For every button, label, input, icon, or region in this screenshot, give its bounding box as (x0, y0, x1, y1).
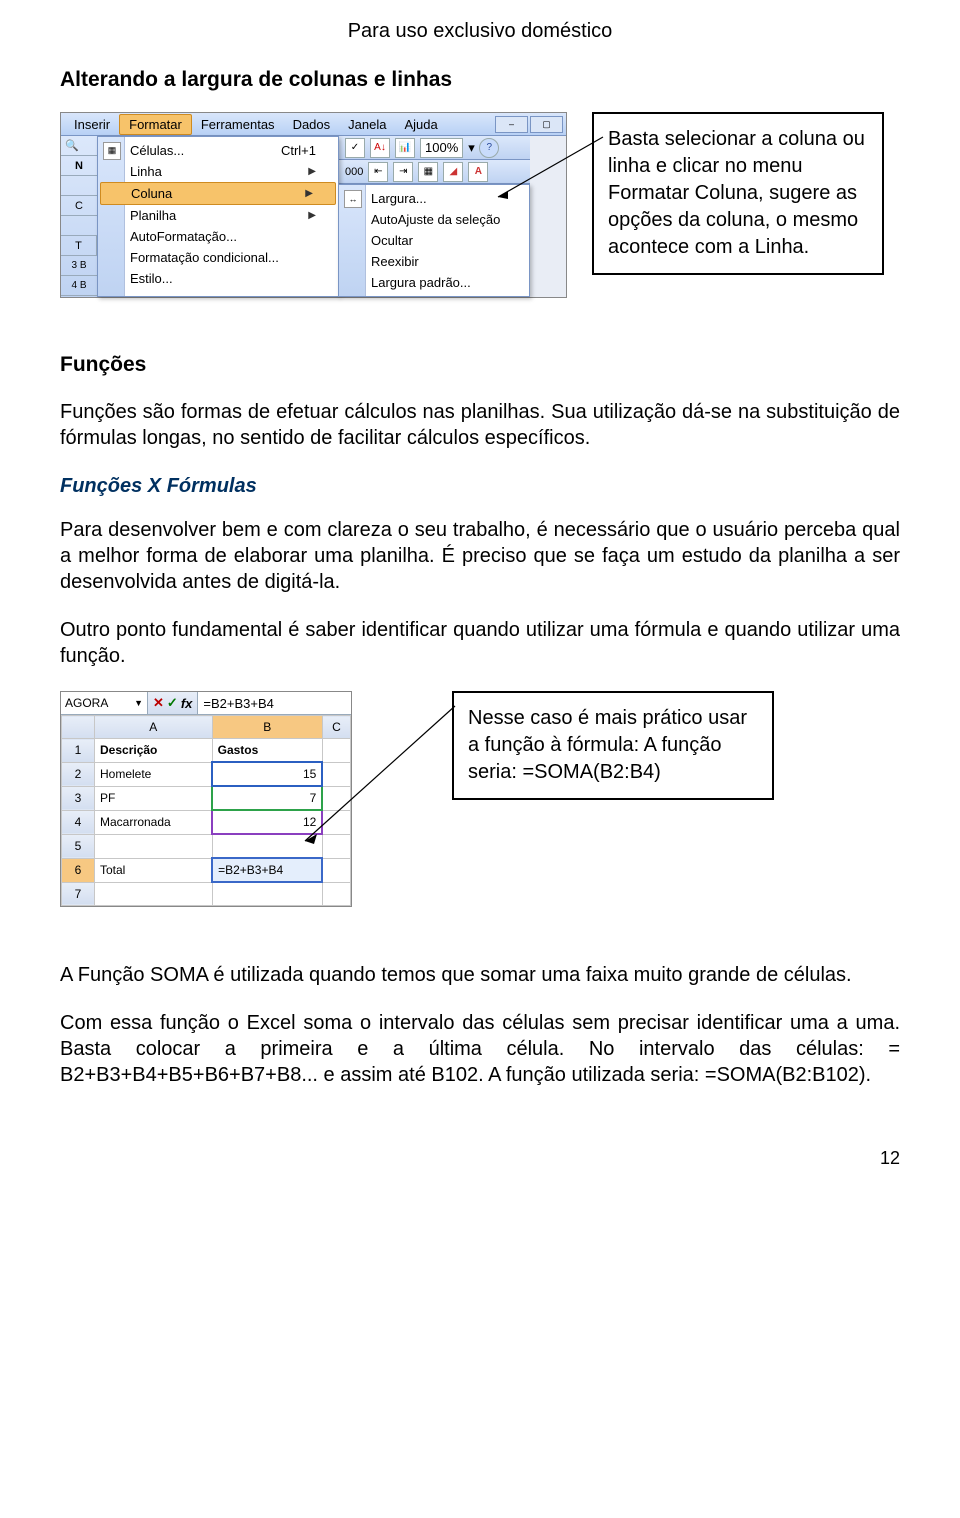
cell[interactable] (322, 882, 350, 906)
chevron-right-icon: ▶ (308, 210, 316, 221)
figure-2-row: AGORA▼ ✕ ✓ fx =B2+B3+B4 A B C 1 D (60, 691, 900, 907)
sort-icon[interactable]: A↓ (370, 138, 390, 158)
spellcheck-icon[interactable]: ✓ (345, 138, 365, 158)
row-gutter: 🔍 N C T 3 B 4 B (61, 136, 97, 297)
submenu-reexibir[interactable]: Reexibir (339, 251, 529, 272)
menu-item-estilo[interactable]: Estilo... (98, 268, 338, 289)
cell[interactable]: Total (95, 858, 213, 882)
figure-1-row: Inserir Formatar Ferramentas Dados Janel… (60, 112, 900, 298)
dropdown-icon: ▼ (134, 698, 143, 708)
menubar: Inserir Formatar Ferramentas Dados Janel… (61, 113, 566, 136)
menu-item-autoformatacao[interactable]: AutoFormatação... (98, 226, 338, 247)
width-icon: ↔ (344, 190, 362, 208)
indent-left-icon[interactable]: ⇤ (368, 162, 388, 182)
paragraph: Funções são formas de efetuar cálculos n… (60, 399, 900, 451)
dropdown-container: ▦ Células... Ctrl+1 Linha▶ Coluna▶ (97, 136, 530, 297)
row-header[interactable]: 2 (62, 762, 95, 786)
menu-item-formatacao-cond[interactable]: Formatação condicional... (98, 247, 338, 268)
row-header[interactable]: 6 (62, 858, 95, 882)
menu-ajuda[interactable]: Ajuda (395, 115, 446, 134)
select-all-corner[interactable] (62, 716, 95, 739)
chevron-right-icon: ▶ (308, 166, 316, 177)
cell[interactable]: Homelete (95, 762, 213, 786)
paragraph: A Função SOMA é utilizada quando temos q… (60, 962, 900, 988)
menu-item-linha[interactable]: Linha▶ (98, 161, 338, 182)
screenshot-menu-formatar: Inserir Formatar Ferramentas Dados Janel… (60, 112, 567, 298)
cells-icon: ▦ (103, 142, 121, 160)
borders-icon[interactable]: ▦ (418, 162, 438, 182)
cell[interactable]: PF (95, 786, 213, 810)
cell[interactable] (95, 834, 213, 858)
cell[interactable] (95, 882, 213, 906)
enter-icon[interactable]: ✓ (167, 695, 178, 711)
window-controls: – ▢ (495, 116, 566, 133)
fx-icon[interactable]: fx (181, 696, 193, 711)
cell[interactable] (212, 882, 322, 906)
menu-item-planilha[interactable]: Planilha▶ (98, 205, 338, 226)
help-icon[interactable]: ? (479, 138, 499, 158)
cell[interactable]: Macarronada (95, 810, 213, 834)
section-title-1: Alterando a largura de colunas e linhas (60, 68, 900, 92)
menu-ferramentas[interactable]: Ferramentas (192, 115, 284, 134)
callout-2: Nesse caso é mais prático usar a função … (452, 691, 774, 800)
menu-item-coluna[interactable]: Coluna▶ (100, 182, 336, 205)
menu-janela[interactable]: Janela (339, 115, 395, 134)
row-header[interactable]: 4 (62, 810, 95, 834)
submenu-largura-padrao[interactable]: Largura padrão... (339, 272, 529, 293)
cell[interactable]: Descrição (95, 739, 213, 763)
zoom-combo[interactable]: 100% (420, 138, 463, 158)
menu-inserir[interactable]: Inserir (65, 115, 119, 134)
cancel-icon[interactable]: ✕ (153, 695, 164, 711)
fill-icon[interactable]: ◢ (443, 162, 463, 182)
paragraph: Para desenvolver bem e com clareza o seu… (60, 517, 900, 595)
indent-right-icon[interactable]: ⇥ (393, 162, 413, 182)
submenu-ocultar[interactable]: Ocultar (339, 230, 529, 251)
menu-formatar[interactable]: Formatar (119, 114, 192, 135)
callout-1: Basta selecionar a coluna ou linha e cli… (592, 112, 884, 275)
row-header[interactable]: 7 (62, 882, 95, 906)
chevron-right-icon: ▶ (305, 188, 313, 199)
minimize-icon[interactable]: – (495, 116, 528, 133)
name-box[interactable]: AGORA▼ (61, 692, 148, 714)
row-header[interactable]: 5 (62, 834, 95, 858)
font-color-icon[interactable]: A (468, 162, 488, 182)
chart-icon[interactable]: 📊 (395, 138, 415, 158)
subheading-funcoes-x-formulas: Funções X Fórmulas (60, 473, 900, 499)
leader-line-2 (305, 706, 485, 866)
paragraph: Com essa função o Excel soma o intervalo… (60, 1010, 900, 1088)
header-note: Para uso exclusivo doméstico (60, 20, 900, 43)
format-menu: ▦ Células... Ctrl+1 Linha▶ Coluna▶ (97, 136, 339, 297)
menu-item-celulas[interactable]: ▦ Células... Ctrl+1 (98, 140, 338, 161)
restore-icon[interactable]: ▢ (530, 116, 563, 133)
row-header[interactable]: 3 (62, 786, 95, 810)
leader-line (498, 167, 588, 227)
row-header[interactable]: 1 (62, 739, 95, 763)
paragraph: Outro ponto fundamental é saber identifi… (60, 617, 900, 669)
menu-dados[interactable]: Dados (284, 115, 340, 134)
page-number: 12 (60, 1148, 900, 1169)
section-title-funcoes: Funções (60, 353, 900, 377)
col-header-a[interactable]: A (95, 716, 213, 739)
